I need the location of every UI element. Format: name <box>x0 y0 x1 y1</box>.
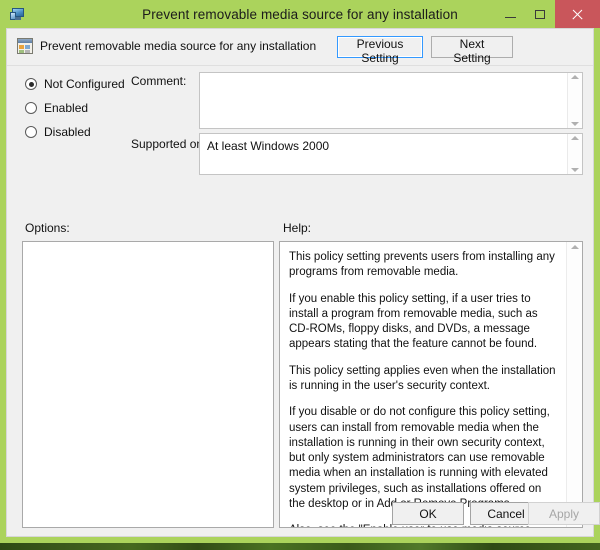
help-scrollbar[interactable] <box>566 242 582 527</box>
supported-on-label: Supported on: <box>131 137 207 151</box>
radio-label-disabled: Disabled <box>44 125 91 139</box>
state-and-comment-area: Not Configured Enabled Disabled Comment:… <box>7 66 593 214</box>
minimize-button[interactable] <box>495 0 525 28</box>
help-paragraph: This policy setting applies even when th… <box>289 364 556 392</box>
computer-monitor-icon <box>10 6 26 22</box>
supported-on-scrollbar[interactable] <box>567 134 582 174</box>
scroll-up-icon[interactable] <box>571 136 579 140</box>
close-icon <box>571 8 584 21</box>
maximize-button[interactable] <box>525 0 555 28</box>
comment-input[interactable] <box>199 72 583 129</box>
scroll-up-icon[interactable] <box>571 75 579 79</box>
help-text: This policy setting prevents users from … <box>280 242 566 527</box>
radio-disabled[interactable]: Disabled <box>25 125 91 139</box>
group-policy-setting-icon <box>17 38 33 54</box>
help-label: Help: <box>283 221 312 235</box>
title-bar[interactable]: Prevent removable media source for any i… <box>0 0 600 28</box>
radio-indicator-disabled <box>25 126 37 138</box>
comment-scrollbar[interactable] <box>567 73 582 128</box>
setting-header: Prevent removable media source for any i… <box>7 29 593 66</box>
dialog-button-bar: OK Cancel Apply <box>7 492 600 536</box>
options-panel[interactable] <box>22 241 274 528</box>
scroll-up-icon[interactable] <box>570 245 579 249</box>
group-policy-setting-window: Prevent removable media source for any i… <box>0 0 600 543</box>
radio-label-enabled: Enabled <box>44 101 89 115</box>
maximize-icon <box>535 9 545 19</box>
comment-text[interactable] <box>200 73 567 128</box>
next-setting-button[interactable]: Next Setting <box>431 36 513 65</box>
minimize-icon <box>504 16 516 18</box>
dialog-client-area: Prevent removable media source for any i… <box>6 28 600 537</box>
previous-setting-button[interactable]: Previous Setting <box>337 36 423 65</box>
supported-on-field: At least Windows 2000 <box>199 133 583 175</box>
radio-not-configured[interactable]: Not Configured <box>25 77 125 91</box>
help-paragraph: This policy setting prevents users from … <box>289 251 555 279</box>
close-button[interactable] <box>555 0 600 28</box>
comment-label: Comment: <box>131 74 187 88</box>
ok-button[interactable]: OK <box>392 502 464 525</box>
supported-on-text: At least Windows 2000 <box>207 139 330 153</box>
caption-buttons <box>495 0 600 28</box>
radio-enabled[interactable]: Enabled <box>25 101 88 115</box>
radio-label-not-configured: Not Configured <box>44 77 125 91</box>
help-panel: This policy setting prevents users from … <box>279 241 583 528</box>
scroll-down-icon[interactable] <box>571 168 579 172</box>
radio-indicator-not-configured <box>25 78 37 90</box>
options-label: Options: <box>25 221 70 235</box>
help-paragraph: If you enable this policy setting, if a … <box>289 292 538 351</box>
radio-indicator-enabled <box>25 102 37 114</box>
apply-button: Apply <box>528 502 600 525</box>
setting-name: Prevent removable media source for any i… <box>40 39 317 53</box>
scroll-down-icon[interactable] <box>571 122 579 126</box>
